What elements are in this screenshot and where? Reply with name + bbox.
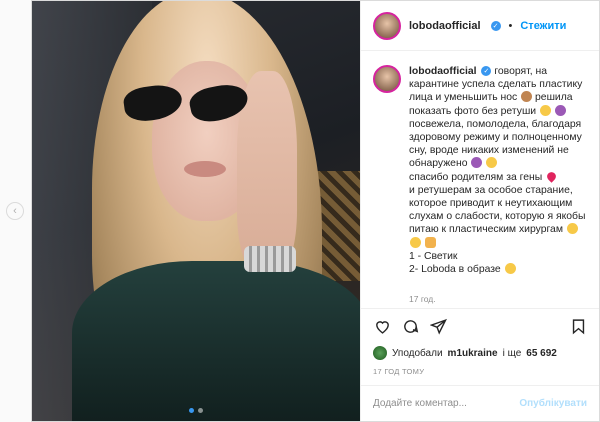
carousel-dot[interactable] — [198, 408, 203, 413]
carousel-dot[interactable] — [189, 408, 194, 413]
post-comment-button[interactable]: Опублікувати — [519, 398, 587, 409]
grin-emoji-icon — [410, 236, 421, 248]
liker-avatar[interactable] — [373, 346, 387, 360]
comment-button[interactable] — [401, 318, 419, 336]
header-username[interactable]: lobodaofficial — [409, 20, 481, 32]
caption-avatar[interactable] — [373, 65, 401, 93]
comment-input[interactable] — [373, 398, 520, 409]
post-side-panel: lobodaofficial ✓ • Стежити lobodaofficia… — [360, 1, 599, 421]
caption-username[interactable]: lobodaofficial — [409, 66, 477, 77]
comment-icon — [403, 320, 418, 333]
woman-emoji-icon — [554, 104, 566, 116]
paper-plane-icon — [429, 318, 447, 335]
carousel-dots — [32, 408, 360, 413]
previous-post-button[interactable]: ‹ — [6, 202, 24, 220]
likes-prefix: Уподобали — [392, 347, 443, 359]
grin-emoji-icon — [504, 263, 516, 275]
woman-emoji-icon — [521, 91, 533, 103]
photo-lips — [184, 161, 226, 177]
caption-text: lobodaofficial ✓ говорят, на карантине у… — [409, 65, 587, 276]
heart-icon — [375, 321, 389, 334]
header-separator: • — [508, 19, 513, 32]
follow-button[interactable]: Стежити — [520, 20, 566, 32]
action-bar — [361, 308, 599, 344]
grin-emoji-icon — [539, 104, 551, 116]
caption-line: и ретушерам за особое старание, которое … — [409, 184, 586, 236]
caption-area: lobodaofficial ✓ говорят, на карантине у… — [361, 51, 599, 308]
victory-hand-emoji-icon — [424, 236, 436, 248]
likes-count[interactable]: 65 692 — [526, 348, 557, 359]
caption-line: 1 - Светик — [409, 250, 458, 262]
photo-jacket — [72, 261, 360, 421]
likes-middle: і ще — [502, 347, 522, 359]
heart-emoji-icon — [545, 169, 558, 183]
avatar[interactable] — [373, 11, 401, 40]
post-timestamp[interactable]: 17 ГОД ТОМУ — [361, 360, 599, 385]
photo-watch — [244, 246, 296, 272]
grin-emoji-icon — [566, 223, 578, 235]
comment-box: Опублікувати — [361, 385, 599, 421]
post-photo[interactable] — [32, 1, 360, 421]
caption-line: 2- Loboda в образе — [409, 264, 501, 276]
like-button[interactable] — [373, 318, 391, 336]
woman-emoji-icon — [471, 157, 483, 169]
liker-username[interactable]: m1ukraine — [448, 348, 498, 359]
caption-line: спасибо родителям за гены — [409, 171, 543, 183]
caption-time: 17 год. — [409, 294, 436, 305]
post-header: lobodaofficial ✓ • Стежити — [361, 1, 599, 51]
save-button[interactable] — [569, 318, 587, 336]
chevron-left-icon: ‹ — [13, 204, 17, 217]
verified-badge-icon: ✓ — [490, 20, 501, 31]
grin-emoji-icon — [486, 157, 498, 169]
verified-badge-icon: ✓ — [481, 66, 492, 77]
share-button[interactable] — [429, 318, 447, 336]
likes-summary: Уподобали m1ukraine і ще 65 692 — [361, 344, 599, 360]
post-modal: lobodaofficial ✓ • Стежити lobodaofficia… — [31, 0, 600, 422]
bookmark-icon — [572, 319, 584, 335]
